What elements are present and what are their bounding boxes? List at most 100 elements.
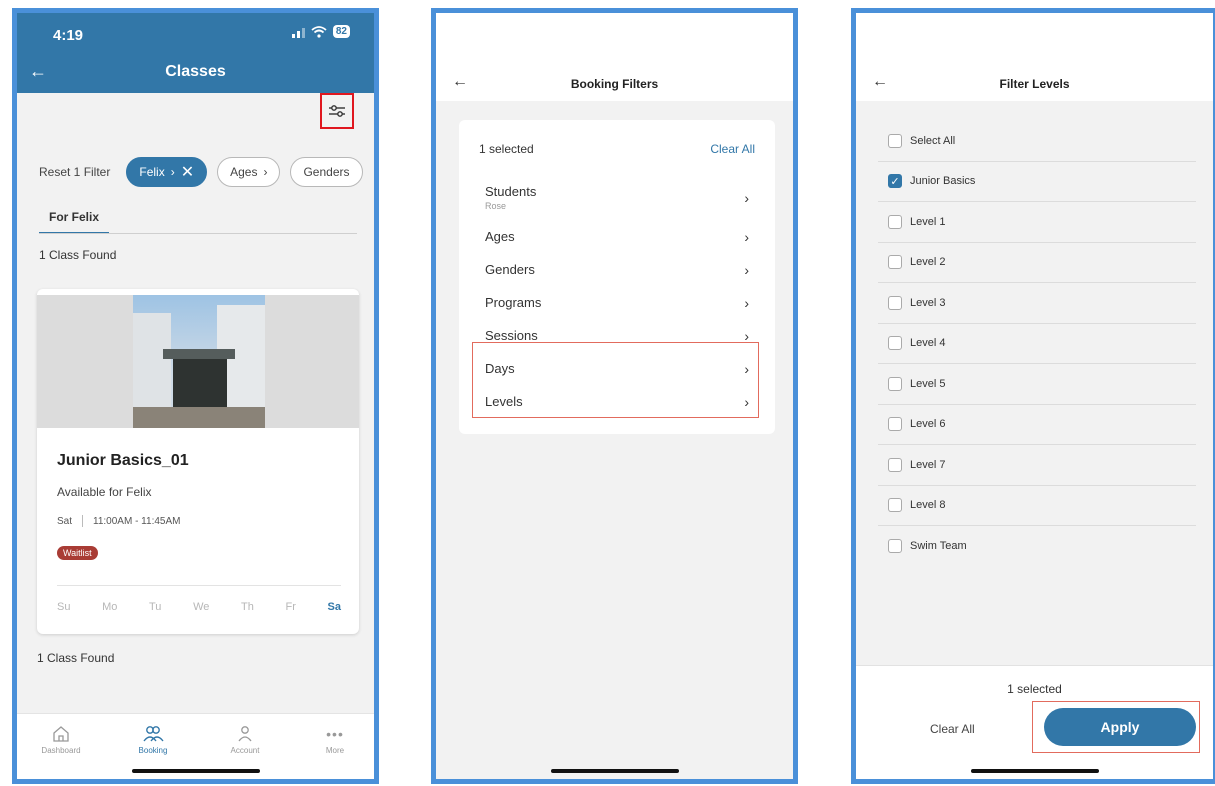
level-1[interactable]: Level 1 — [878, 202, 1196, 243]
booking-filters-screen: ← Booking Filters 1 selected Clear All S… — [431, 8, 798, 784]
filter-item-ages[interactable]: Ages › — [485, 220, 749, 253]
tab-divider — [39, 233, 357, 234]
selected-count: 1 selected — [479, 142, 534, 156]
checkbox[interactable] — [888, 539, 902, 554]
tab-label: Booking — [138, 746, 168, 755]
weekday-mo: Mo — [102, 601, 118, 613]
chip-label: Ages — [230, 165, 258, 179]
chevron-right-icon: › — [744, 261, 749, 278]
checkbox[interactable] — [888, 295, 902, 310]
level-5[interactable]: Level 5 — [878, 364, 1196, 405]
level-label: Swim Team — [910, 540, 967, 553]
class-image — [37, 295, 359, 428]
classes-screen: 4:19 82 ← Classes Reset 1 Filter Felix ›… — [12, 8, 379, 784]
page-title: Filter Levels — [999, 77, 1070, 91]
weekday-tu: Tu — [149, 601, 162, 613]
filter-card-header: 1 selected Clear All — [479, 142, 755, 156]
chip-label: Felix — [139, 165, 165, 179]
level-3[interactable]: Level 3 — [878, 283, 1196, 324]
level-4[interactable]: Level 4 — [878, 324, 1196, 364]
divider — [57, 585, 341, 586]
weekday-row: Su Mo Tu We Th Fr Sa — [57, 601, 341, 613]
checkbox[interactable] — [888, 214, 902, 229]
people-icon — [143, 726, 164, 742]
checkbox[interactable] — [888, 255, 902, 270]
page-title: Classes — [165, 63, 226, 80]
weekday-fr: Fr — [285, 601, 296, 613]
filter-item-sublabel: Rose — [485, 201, 507, 211]
home-icon — [53, 726, 69, 742]
class-title: Junior Basics_01 — [57, 452, 189, 469]
filter-item-genders[interactable]: Genders › — [485, 253, 749, 286]
person-icon — [238, 726, 252, 742]
chip-label: Genders — [303, 165, 350, 179]
filter-item-programs[interactable]: Programs › — [485, 286, 749, 319]
header-bar: ← Booking Filters — [436, 13, 793, 101]
battery-icon: 82 — [332, 25, 350, 38]
chip-genders[interactable]: Genders — [290, 157, 363, 187]
level-label: Level 1 — [910, 215, 946, 228]
level-2[interactable]: Level 2 — [878, 243, 1196, 283]
checkbox[interactable] — [888, 457, 902, 472]
level-select-all[interactable]: Select All — [878, 121, 1196, 162]
tab-booking[interactable]: Booking — [123, 722, 183, 755]
checkbox[interactable] — [888, 376, 902, 391]
chevron-right-icon: › — [744, 294, 749, 311]
close-icon[interactable]: ✕ — [181, 162, 194, 182]
building-photo — [133, 295, 265, 428]
class-time: 11:00AM - 11:45AM — [93, 515, 181, 527]
chip-student-felix[interactable]: Felix › ✕ — [126, 157, 208, 187]
clear-all-button[interactable]: Clear All — [930, 722, 975, 736]
status-time: 4:19 — [53, 27, 84, 44]
tab-dashboard[interactable]: Dashboard — [31, 722, 91, 755]
chip-ages[interactable]: Ages › — [217, 157, 281, 187]
level-label: Level 4 — [910, 337, 946, 350]
apply-button[interactable]: Apply — [1044, 708, 1196, 746]
header-bar: 4:19 82 ← Classes — [17, 13, 374, 93]
tab-account[interactable]: Account — [215, 722, 275, 755]
level-checkbox-list: Select All Junior Basics Level 1 Level 2… — [878, 121, 1196, 567]
footer-bar: 1 selected Clear All Apply — [856, 665, 1213, 779]
divider — [82, 515, 84, 527]
level-label: Level 3 — [910, 296, 946, 309]
filter-item-label: Ages — [485, 229, 515, 244]
filter-item-students[interactable]: Students Rose › — [485, 175, 749, 220]
filter-chip-row: Reset 1 Filter Felix › ✕ Ages › Genders — [39, 155, 374, 189]
level-label: Select All — [910, 134, 956, 147]
reset-filter-link[interactable]: Reset 1 Filter — [39, 165, 110, 179]
chevron-right-icon: › — [744, 228, 749, 245]
signal-icon — [291, 26, 305, 38]
results-count: 1 Class Found — [39, 248, 117, 262]
level-label: Junior Basics — [910, 175, 976, 188]
clear-all-link[interactable]: Clear All — [710, 142, 755, 156]
level-8[interactable]: Level 8 — [878, 486, 1196, 526]
tab-for-felix[interactable]: For Felix — [39, 210, 109, 234]
filter-settings-button[interactable] — [320, 93, 354, 129]
class-card[interactable]: Junior Basics_01 Available for Felix Sat… — [37, 289, 359, 634]
waitlist-badge: Waitlist — [57, 546, 98, 560]
weekday-su: Su — [57, 601, 71, 613]
level-6[interactable]: Level 6 — [878, 405, 1196, 445]
highlight-box — [472, 342, 759, 418]
chevron-right-icon: › — [263, 165, 268, 179]
checkbox[interactable] — [888, 336, 902, 351]
home-indicator — [970, 769, 1099, 773]
class-day: Sat — [57, 515, 73, 527]
level-swim-team[interactable]: Swim Team — [878, 526, 1196, 567]
sliders-icon — [329, 105, 345, 117]
weekday-we: We — [193, 601, 210, 613]
filter-item-label: Programs — [485, 295, 542, 310]
bottom-tab-bar: Dashboard Booking Account ••• More — [17, 713, 374, 779]
chevron-right-icon: › — [170, 165, 175, 179]
selected-count: 1 selected — [1007, 682, 1062, 696]
tab-more[interactable]: ••• More — [305, 722, 365, 755]
checkbox[interactable] — [888, 417, 902, 432]
checkbox[interactable] — [888, 498, 902, 513]
level-label: Level 6 — [910, 418, 946, 431]
checkbox[interactable] — [888, 133, 902, 148]
level-label: Level 8 — [910, 499, 946, 512]
level-7[interactable]: Level 7 — [878, 445, 1196, 486]
level-label: Level 5 — [910, 377, 946, 390]
checkbox-checked[interactable] — [888, 174, 902, 189]
level-junior-basics[interactable]: Junior Basics — [878, 162, 1196, 202]
